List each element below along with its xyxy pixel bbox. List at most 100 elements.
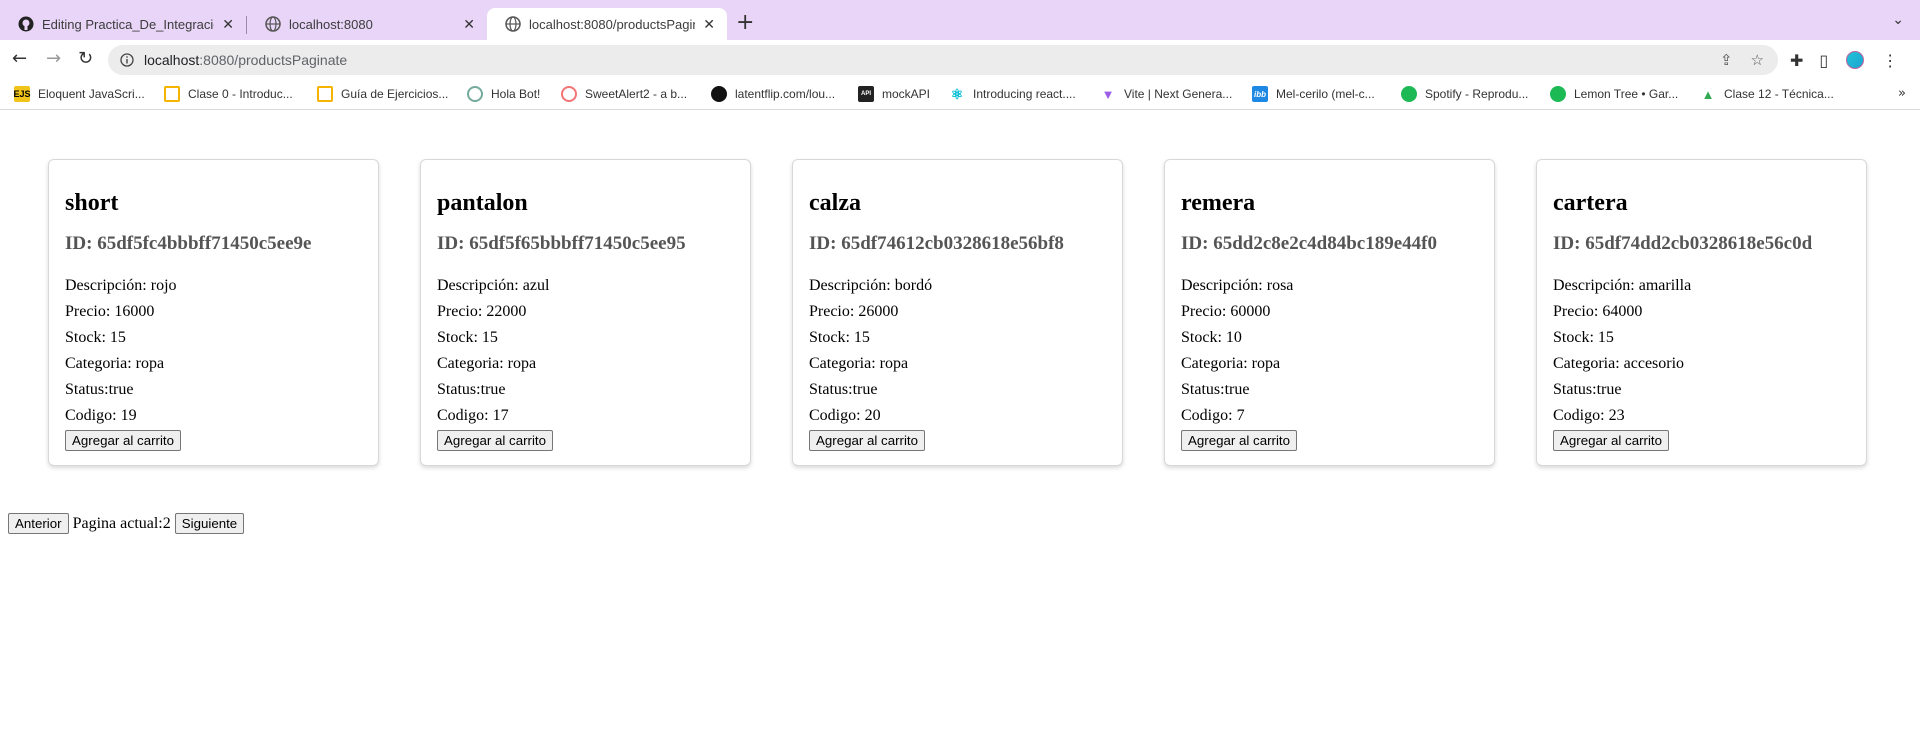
product-price: Precio: 64000	[1553, 303, 1643, 320]
close-icon[interactable]: ✕	[463, 16, 475, 33]
bookmark-item[interactable]: Guía de Ejercicios...	[317, 86, 448, 102]
sweetalert-icon	[561, 86, 577, 102]
chevron-right-icon[interactable]: »	[1898, 86, 1906, 101]
add-to-cart-button[interactable]: Agregar al carrito	[1553, 430, 1669, 451]
chevron-down-icon[interactable]: ⌄	[1892, 12, 1904, 28]
product-description: Descripción: rojo	[65, 277, 177, 294]
bookmark-item[interactable]: ▲ Clase 12 - Técnica...	[1700, 86, 1834, 102]
product-details: Descripción: rojo Precio: 16000 Stock: 1…	[65, 273, 177, 429]
product-price: Precio: 26000	[809, 303, 899, 320]
tab-github-editing[interactable]: Editing Practica_De_Integracion ✕	[0, 8, 246, 40]
product-code: Codigo: 17	[437, 407, 509, 424]
product-stock: Stock: 15	[65, 329, 126, 346]
product-description: Descripción: bordó	[809, 277, 933, 294]
address-bar[interactable]: localhost:8080/productsPaginate ⇪ ☆	[108, 45, 1778, 75]
product-price: Precio: 22000	[437, 303, 527, 320]
bookmark-item[interactable]: Lemon Tree • Gar...	[1550, 86, 1678, 102]
bookmark-label: Introducing react....	[973, 87, 1076, 101]
add-to-cart-button[interactable]: Agregar al carrito	[809, 430, 925, 451]
bookmark-item[interactable]: API mockAPI	[858, 86, 930, 102]
star-icon[interactable]: ☆	[1751, 51, 1764, 69]
add-to-cart-button[interactable]: Agregar al carrito	[437, 430, 553, 451]
bookmark-item[interactable]: Clase 0 - Introduc...	[164, 86, 293, 102]
product-title: cartera	[1553, 190, 1628, 216]
product-status: Status:true	[1181, 381, 1250, 398]
react-icon: ⚛	[950, 85, 964, 102]
product-details: Descripción: rosa Precio: 60000 Stock: 1…	[1181, 273, 1293, 429]
bookmark-item[interactable]: SweetAlert2 - a b...	[561, 86, 687, 102]
product-code: Codigo: 7	[1181, 407, 1245, 424]
bookmark-label: Lemon Tree • Gar...	[1574, 87, 1679, 101]
add-to-cart-button[interactable]: Agregar al carrito	[1181, 430, 1297, 451]
side-panel-icon[interactable]: ▯	[1819, 51, 1828, 70]
tab-title: Editing Practica_De_Integracion	[42, 16, 215, 32]
vite-icon: ▼	[1101, 86, 1115, 102]
product-card: pantalon ID: 65df5f65bbbff71450c5ee95 De…	[420, 159, 751, 466]
product-title: pantalon	[437, 190, 528, 216]
avatar[interactable]	[1844, 49, 1867, 71]
product-status: Status:true	[65, 381, 134, 398]
folder-icon	[317, 86, 333, 102]
bookmark-item[interactable]: ⚛ Introducing react....	[949, 86, 1076, 102]
bookmark-label: Mel-cerilo (mel-c...	[1276, 87, 1375, 101]
tab-localhost[interactable]: localhost:8080 ✕	[247, 8, 487, 40]
browser-toolbar: ← → ↻ localhost:8080/productsPaginate ⇪ …	[0, 40, 1920, 80]
spotify-icon	[1550, 86, 1566, 102]
bookmark-label: Guía de Ejercicios...	[341, 87, 449, 101]
share-icon[interactable]: ⇪	[1720, 51, 1733, 69]
tab-products-paginate[interactable]: localhost:8080/productsPaginate ✕	[487, 8, 727, 40]
bookmark-item[interactable]: ibb Mel-cerilo (mel-c...	[1252, 86, 1375, 102]
mockapi-icon: API	[858, 86, 874, 102]
bookmark-item[interactable]: ▼ Vite | Next Genera...	[1100, 86, 1233, 102]
product-card: calza ID: 65df74612cb0328618e56bf8 Descr…	[792, 159, 1123, 466]
extension-area: ✚ ▯ ⋮	[1790, 49, 1898, 71]
ejs-icon: EJS	[14, 86, 31, 102]
product-status: Status:true	[809, 381, 878, 398]
puzzle-icon[interactable]: ✚	[1790, 51, 1803, 70]
url-text: localhost:8080/productsPaginate	[144, 52, 347, 68]
close-icon[interactable]: ✕	[222, 16, 234, 33]
product-code: Codigo: 19	[65, 407, 137, 424]
close-icon[interactable]: ✕	[703, 16, 715, 33]
product-title: short	[65, 190, 119, 216]
reload-icon[interactable]: ↻	[78, 48, 93, 69]
product-details: Descripción: bordó Precio: 26000 Stock: …	[809, 273, 932, 429]
kebab-menu-icon[interactable]: ⋮	[1882, 51, 1898, 70]
globe-icon	[265, 16, 281, 32]
bookmark-item[interactable]: latentflip.com/lou...	[711, 86, 835, 102]
bookmark-label: Hola Bot!	[491, 87, 541, 101]
product-stock: Stock: 15	[1553, 329, 1614, 346]
product-stock: Stock: 15	[809, 329, 870, 346]
product-status: Status:true	[1553, 381, 1622, 398]
product-category: Categoria: accesorio	[1553, 355, 1685, 372]
bookmark-label: Eloquent JavaScri...	[38, 87, 145, 101]
url-host: localhost	[144, 52, 200, 68]
product-card: short ID: 65df5fc4bbbff71450c5ee9e Descr…	[48, 159, 379, 466]
product-category: Categoria: ropa	[809, 355, 909, 372]
product-details: Descripción: amarilla Precio: 64000 Stoc…	[1553, 273, 1691, 429]
bookmark-item[interactable]: Hola Bot!	[467, 86, 540, 102]
product-price: Precio: 16000	[65, 303, 155, 320]
product-description: Descripción: amarilla	[1553, 277, 1692, 294]
bookmark-label: Clase 12 - Técnica...	[1724, 87, 1834, 101]
url-path: :8080/productsPaginate	[199, 52, 348, 68]
bookmark-item[interactable]: Spotify - Reprodu...	[1401, 86, 1528, 102]
bookmark-label: latentflip.com/lou...	[735, 87, 836, 101]
info-icon[interactable]	[120, 53, 134, 67]
previous-page-button[interactable]: Anterior	[8, 513, 69, 534]
ibb-icon: ibb	[1252, 86, 1268, 102]
tab-title: localhost:8080/productsPaginate	[529, 16, 695, 32]
new-tab-icon[interactable]: +	[736, 10, 754, 35]
back-arrow-icon[interactable]: ←	[12, 48, 27, 69]
add-to-cart-button[interactable]: Agregar al carrito	[65, 430, 181, 451]
current-page-number: 2	[162, 514, 171, 532]
tab-title: localhost:8080	[289, 16, 373, 32]
bookmark-item[interactable]: EJS Eloquent JavaScri...	[14, 86, 145, 102]
next-page-button[interactable]: Siguiente	[174, 513, 245, 534]
bookmark-label: Vite | Next Genera...	[1124, 87, 1233, 101]
forward-arrow-icon[interactable]: →	[46, 48, 61, 69]
bookmark-label: Spotify - Reprodu...	[1425, 87, 1529, 101]
current-page-label: Pagina actual:2	[72, 514, 171, 532]
product-stock: Stock: 10	[1181, 329, 1242, 346]
globe-icon	[505, 16, 521, 32]
